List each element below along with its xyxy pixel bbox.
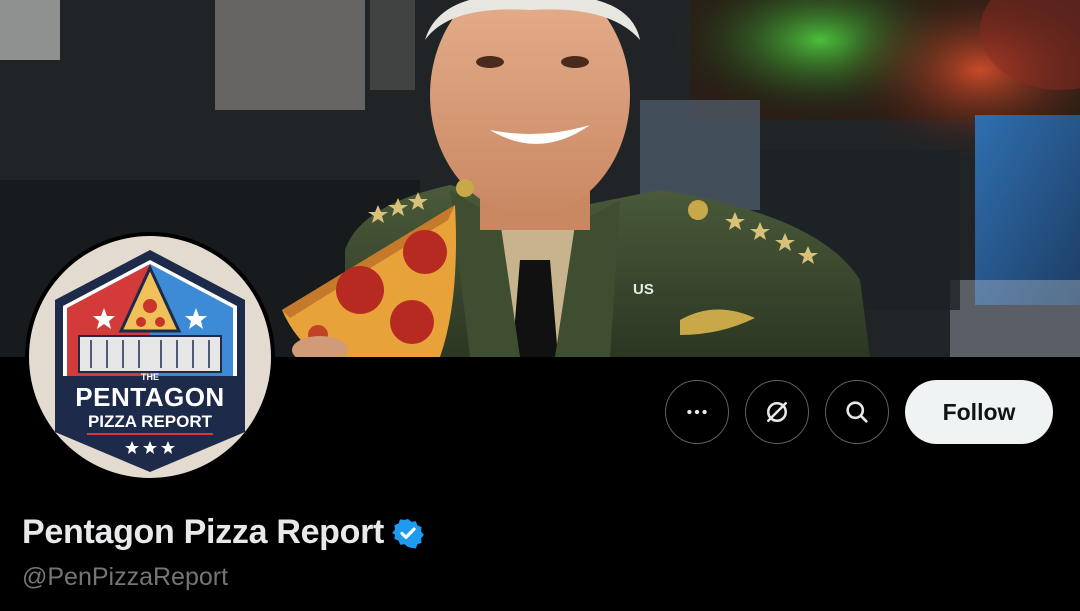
- verified-badge-icon[interactable]: [392, 517, 424, 549]
- more-horizontal-icon: [687, 409, 707, 415]
- search-icon: [846, 401, 868, 423]
- avatar-logo: THE PENTAGON PIZZA REPORT: [29, 236, 271, 478]
- profile-handle: @PenPizzaReport: [22, 563, 229, 591]
- avatar-logo-the: THE: [141, 372, 159, 382]
- grok-button[interactable]: [745, 380, 809, 444]
- grok-icon: [767, 402, 787, 422]
- follow-button[interactable]: Follow: [905, 380, 1053, 444]
- profile-avatar[interactable]: THE PENTAGON PIZZA REPORT: [25, 232, 275, 482]
- avatar-logo-title: PENTAGON: [75, 382, 225, 412]
- more-options-button[interactable]: [665, 380, 729, 444]
- avatar-logo-subtitle: PIZZA REPORT: [87, 412, 213, 431]
- profile-display-name: Pentagon Pizza Report: [22, 513, 385, 551]
- pentagon-pizza-logo: [55, 250, 245, 472]
- profile-name-row: Pentagon Pizza Report: [22, 513, 424, 552]
- uniform-insignia: US: [633, 281, 654, 298]
- search-profile-button[interactable]: [825, 380, 889, 444]
